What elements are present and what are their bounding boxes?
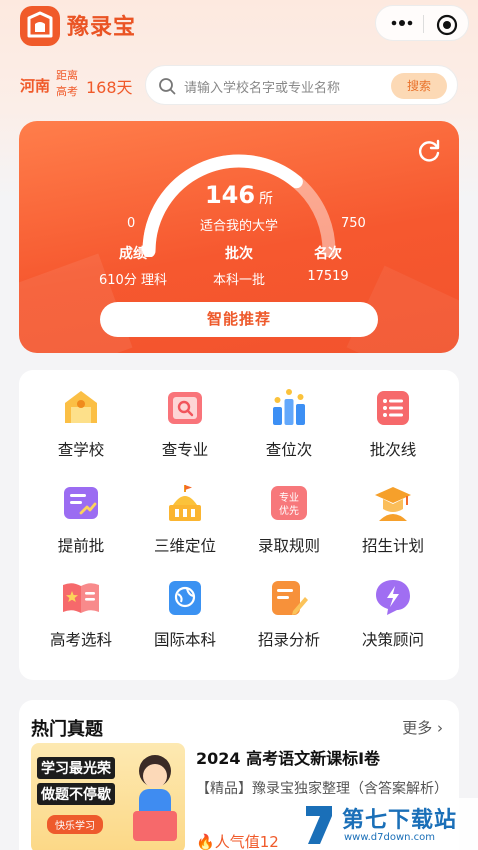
feature-label: 招录分析 [257, 631, 320, 649]
edit-doc-icon [269, 577, 309, 617]
smart-recommend-button[interactable]: 智能推荐 [100, 302, 378, 337]
feature-label: 提前批 [57, 537, 105, 555]
more-dots-icon[interactable] [390, 14, 414, 32]
feature-label: 三维定位 [153, 537, 216, 555]
major-search-icon [165, 387, 205, 427]
feature-label: 国际本科 [153, 631, 216, 649]
watermark-logo-icon [306, 806, 332, 844]
feature-label: 批次线 [369, 441, 417, 459]
chevron-right-icon: › [432, 719, 443, 737]
early-batch-icon [61, 483, 101, 523]
more-label: 更多 [402, 719, 433, 737]
building-icon [165, 483, 205, 523]
feature-admission-rules[interactable]: 专业 优先 录取规则 [237, 483, 341, 573]
fire-icon: 🔥 [196, 833, 215, 850]
graduation-cap-icon [373, 483, 413, 523]
feature-international[interactable]: 国际本科 [133, 577, 237, 667]
book-star-icon [61, 577, 101, 617]
countdown-label: 距离高考 [56, 69, 78, 98]
stat-value: 610分 理科 [99, 273, 167, 288]
feature-label: 查位次 [265, 441, 313, 459]
feature-rank[interactable]: 查位次 [237, 387, 341, 477]
feature-label: 查学校 [57, 441, 105, 459]
feature-grid: 查学校 查专业 查位次 批次线 提前批 三维定位 专业 优先 录取规则 招生计划… [19, 370, 459, 680]
refresh-icon[interactable] [416, 138, 442, 164]
recommendation-card: 146 所 适合我的大学 0 750 成绩 610分 理科 批次 本科一批 名次 … [19, 121, 459, 353]
school-count-unit: 所 [259, 191, 274, 207]
target-icon[interactable] [436, 14, 458, 36]
gauge-max: 750 [341, 216, 366, 231]
thumb-tag: 快乐学习 [47, 815, 103, 834]
globe-book-icon [165, 577, 205, 617]
province-selector[interactable]: 河南 [20, 75, 50, 96]
feature-find-major[interactable]: 查专业 [133, 387, 237, 477]
feature-enrollment-plan[interactable]: 招生计划 [341, 483, 445, 573]
thumb-line1: 学习最光荣 [37, 757, 115, 779]
feature-3d-position[interactable]: 三维定位 [133, 483, 237, 573]
site-watermark: 第七下载站 www.d7down.com [298, 798, 478, 850]
thumb-line2: 做题不停歇 [37, 783, 115, 805]
gauge-min: 0 [127, 216, 136, 231]
popularity-value: 人气值12 [214, 833, 279, 850]
badge-line2: 优先 [279, 504, 299, 517]
gauge-subtitle: 适合我的大学 [199, 219, 278, 234]
search-icon [158, 77, 176, 95]
watermark-title: 第七下载站 [342, 808, 458, 833]
badge-line1: 专业 [279, 491, 299, 504]
feature-subject-selection[interactable]: 高考选科 [29, 577, 133, 667]
search-bar[interactable]: 请输入学校名字或专业名称 搜索 [145, 65, 458, 105]
major-priority-icon: 专业 优先 [269, 483, 309, 523]
feature-label: 决策顾问 [361, 631, 424, 649]
feature-decision-consultant[interactable]: 决策顾问 [341, 577, 445, 667]
capsule-divider [423, 15, 424, 33]
consultant-bolt-icon [373, 577, 413, 617]
feature-label: 招生计划 [361, 537, 424, 555]
school-count-value: 146 [204, 181, 256, 209]
popularity: 🔥人气值12 [196, 831, 279, 850]
app-header: 豫录宝 [0, 0, 478, 52]
section-title: 热门真题 [31, 719, 103, 740]
school-count: 146 所 [19, 181, 459, 209]
feature-admission-analysis[interactable]: 招录分析 [237, 577, 341, 667]
search-placeholder: 请输入学校名字或专业名称 [184, 81, 341, 96]
stat-score[interactable]: 成绩 610分 理科 [78, 243, 188, 288]
stat-label: 名次 [314, 246, 342, 262]
feature-label: 录取规则 [257, 537, 320, 555]
exam-thumbnail[interactable]: 学习最光荣 做题不停歇 快乐学习 [31, 743, 185, 850]
countdown-days: 168天 [86, 78, 133, 97]
watermark-url: www.d7down.com [344, 832, 436, 843]
exam-headline[interactable]: 2024 高考语文新课标I卷 [196, 745, 446, 769]
batch-list-icon [373, 387, 413, 427]
rank-bars-icon [269, 387, 309, 427]
feature-label: 查专业 [161, 441, 209, 459]
stat-rank[interactable]: 名次 17519 [273, 243, 383, 284]
search-button[interactable]: 搜索 [391, 73, 447, 99]
stat-value: 17519 [307, 269, 349, 284]
school-icon [61, 387, 101, 427]
stat-label: 成绩 [119, 246, 147, 262]
feature-find-school[interactable]: 查学校 [29, 387, 133, 477]
app-name: 豫录宝 [67, 15, 137, 40]
student-illustration-icon [133, 755, 177, 841]
feature-batch-line[interactable]: 批次线 [341, 387, 445, 477]
more-link[interactable]: 更多 › [402, 717, 443, 738]
feature-early-batch[interactable]: 提前批 [29, 483, 133, 573]
feature-label: 高考选科 [49, 631, 112, 649]
mini-program-capsule [375, 5, 469, 41]
app-logo-icon [20, 6, 60, 46]
